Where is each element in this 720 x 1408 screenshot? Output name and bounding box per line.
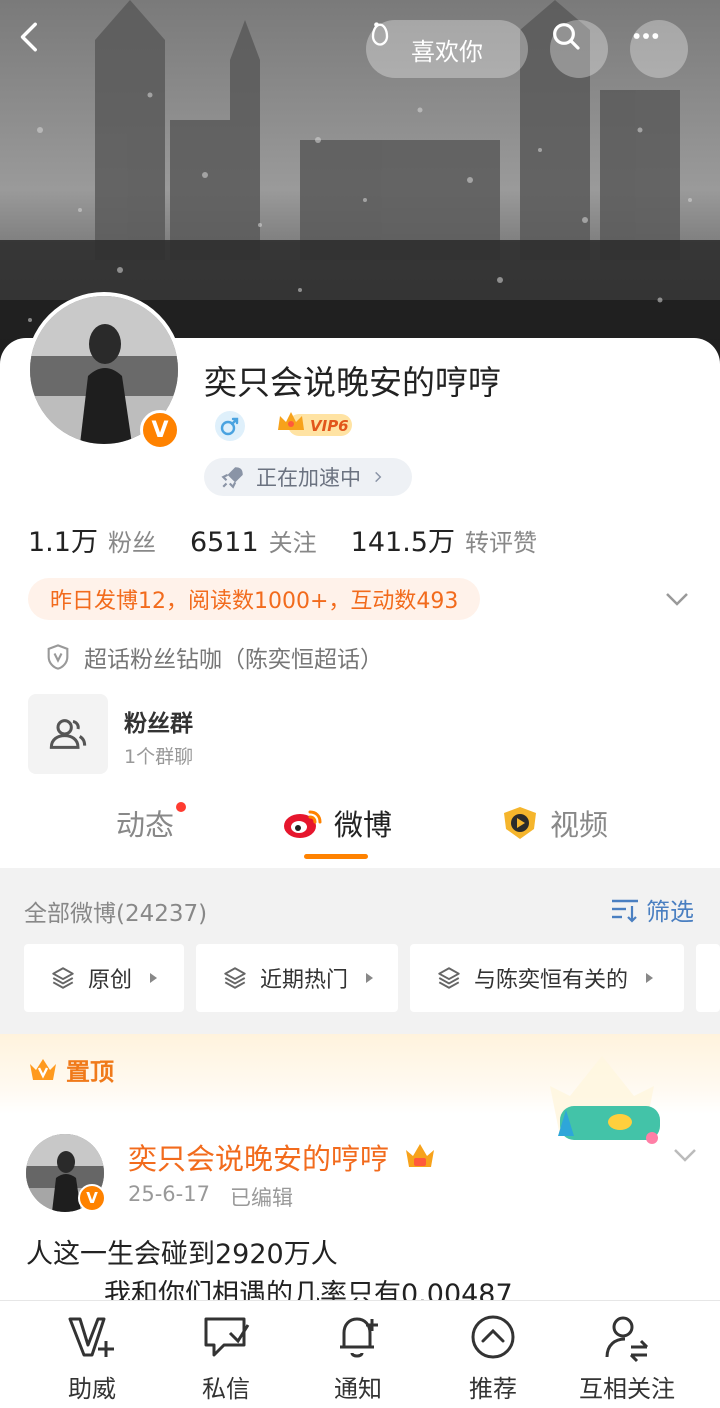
weibo-logo-icon xyxy=(284,810,322,838)
message-button[interactable]: 私信 xyxy=(166,1311,286,1404)
followers-label[interactable]: 粉丝 xyxy=(108,523,156,558)
chip-original[interactable]: 原创 xyxy=(24,944,184,1012)
chip-more-partial[interactable] xyxy=(696,944,720,1012)
filter-label: 筛选 xyxy=(646,898,694,926)
supertopic-label: 超话粉丝钻咖（陈奕恒超话） xyxy=(84,647,383,673)
tab-video[interactable]: 视频 xyxy=(500,802,608,844)
profile-stats: 1.1万 粉丝 6511 关注 141.5万 转评赞 xyxy=(28,520,571,559)
crown-icon xyxy=(30,1058,56,1080)
back-button[interactable] xyxy=(14,20,70,76)
filter-icon xyxy=(612,899,638,923)
mutual-follow-icon xyxy=(605,1316,649,1363)
chevron-right-icon xyxy=(375,471,382,483)
shield-icon xyxy=(47,644,69,670)
chevron-down-icon[interactable] xyxy=(670,1140,700,1170)
fan-group-subtitle: 1个群聊 xyxy=(124,746,194,768)
male-icon xyxy=(215,411,245,441)
post-text-line: 人这一生会碰到2920万人 xyxy=(26,1239,338,1270)
verified-badge: V xyxy=(140,410,180,450)
hand-heart-icon xyxy=(371,22,389,46)
speed-up-label: 正在加速中 xyxy=(256,466,361,490)
chip-recent-hot[interactable]: 近期热门 xyxy=(196,944,398,1012)
message-icon xyxy=(204,1317,250,1357)
supertopic-badge[interactable]: 超话粉丝钻咖（陈奕恒超话） xyxy=(44,640,383,674)
search-button[interactable] xyxy=(550,20,608,78)
all-weibo-count: 全部微博(24237) xyxy=(24,901,208,927)
rocket-icon xyxy=(221,467,243,489)
search-icon xyxy=(553,23,580,50)
tab-dynamic[interactable]: 动态 xyxy=(116,802,174,844)
post-verified-badge: V xyxy=(78,1184,106,1212)
speed-up-button[interactable]: 正在加速中 xyxy=(204,458,412,496)
fan-group-title[interactable]: 粉丝群 xyxy=(124,704,193,738)
post-edited: 已编辑 xyxy=(229,1186,293,1210)
vip-crown-icon: VIP6 xyxy=(278,412,352,436)
more-dots-icon xyxy=(633,33,659,39)
video-badge-icon xyxy=(504,807,536,839)
notify-button[interactable]: 通知 xyxy=(298,1311,418,1404)
post-author-name[interactable]: 奕只会说晚安的哼哼 xyxy=(128,1136,389,1178)
chevron-down-icon[interactable] xyxy=(662,584,692,614)
fan-group-icon-box[interactable] xyxy=(28,694,108,774)
like-you-label: 喜欢你 xyxy=(411,37,483,66)
profile-tabs: 动态 微博 视频 xyxy=(0,796,720,868)
bottom-action-bar: 助威 私信 通知 推荐 互相关注 xyxy=(0,1300,720,1408)
tab-weibo[interactable]: 微博 xyxy=(282,802,392,844)
unread-dot xyxy=(176,802,186,812)
more-button[interactable] xyxy=(630,20,688,78)
interactions-label[interactable]: 转评赞 xyxy=(465,523,537,558)
svg-text:VIP6: VIP6 xyxy=(310,417,349,435)
followers-count[interactable]: 1.1万 xyxy=(28,520,98,559)
active-tab-indicator xyxy=(304,854,368,859)
profile-username: 奕只会说晚安的哼哼 xyxy=(204,363,501,402)
post-date: 25-6-17 xyxy=(128,1182,210,1206)
group-icon xyxy=(49,719,87,749)
filter-button[interactable]: 筛选 xyxy=(610,892,694,927)
pinned-label: 置顶 xyxy=(28,1052,114,1087)
interactions-count[interactable]: 141.5万 xyxy=(351,520,455,559)
chevron-left-icon xyxy=(20,22,37,52)
following-count[interactable]: 6511 xyxy=(190,527,259,558)
following-label[interactable]: 关注 xyxy=(269,523,317,558)
recommend-up-icon xyxy=(471,1315,515,1359)
post-meta: 25-6-17 已编辑 xyxy=(128,1182,293,1212)
like-you-button[interactable]: 喜欢你 xyxy=(366,20,528,78)
bell-plus-icon xyxy=(340,1317,378,1358)
layers-icon xyxy=(438,967,460,989)
cheer-button[interactable]: 助威 xyxy=(32,1311,152,1404)
layers-icon xyxy=(52,967,74,989)
pinned-decoration-illustration xyxy=(550,1056,660,1144)
cheer-v-icon xyxy=(68,1317,114,1357)
vip-badge[interactable]: VIP6 xyxy=(276,408,354,440)
activity-summary[interactable]: 昨日发博12，阅读数1000+，互动数493 xyxy=(28,578,481,620)
recommend-button[interactable]: 推荐 xyxy=(433,1311,553,1404)
mutual-follow-button[interactable]: 互相关注 xyxy=(567,1311,687,1404)
layers-icon xyxy=(224,967,246,989)
vip-crown-icon xyxy=(406,1144,434,1167)
chip-related[interactable]: 与陈奕恒有关的 xyxy=(410,944,684,1012)
